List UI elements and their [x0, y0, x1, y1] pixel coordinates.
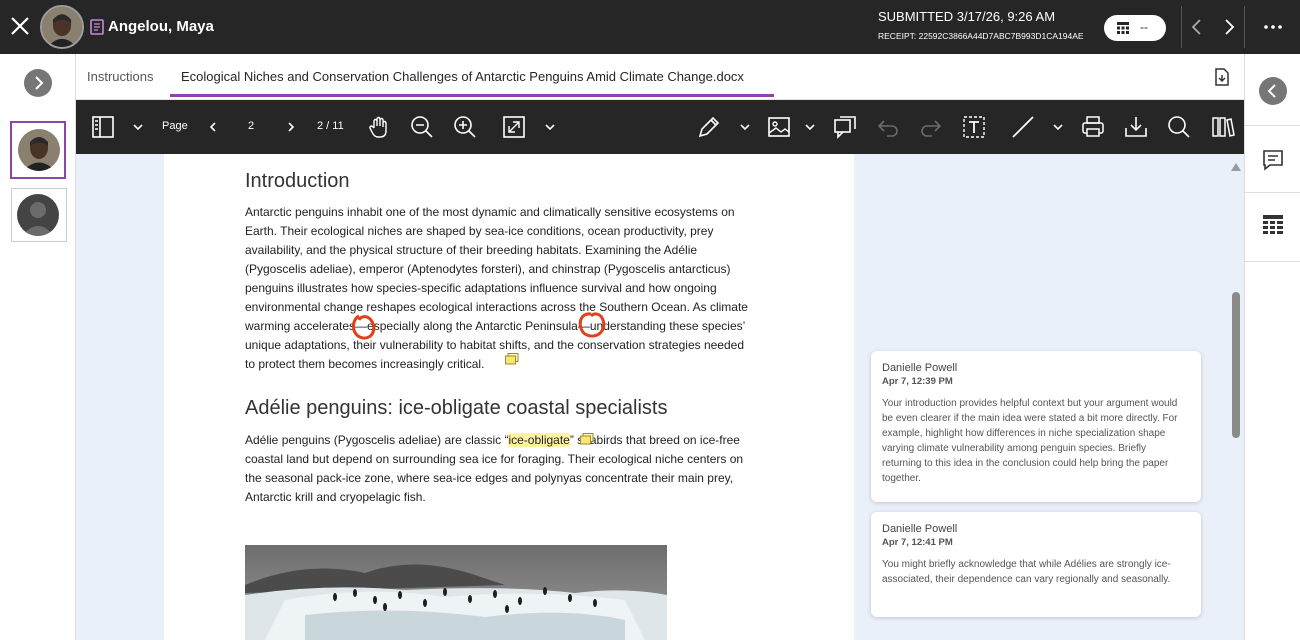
- attempt-thumbnail-active[interactable]: [10, 121, 66, 179]
- divider: [1244, 6, 1245, 48]
- zoom-out-icon[interactable]: [409, 114, 435, 140]
- line-icon[interactable]: [1010, 114, 1036, 140]
- text-box-icon[interactable]: [961, 114, 987, 140]
- text-line: environmental change reshapes ecological…: [245, 300, 748, 314]
- scroll-up-icon[interactable]: [1231, 158, 1241, 171]
- page-label: Page: [162, 120, 188, 132]
- zoom-in-icon[interactable]: [452, 114, 478, 140]
- page-count: 2 / 11: [317, 120, 344, 132]
- highlighted-text[interactable]: ice-obligate: [508, 433, 570, 447]
- left-rail: [0, 54, 76, 640]
- intro-heading: Introduction: [245, 170, 350, 192]
- chevron-left-icon: [1267, 84, 1276, 98]
- adelie-heading: Adélie penguins: ice-obligate coastal sp…: [245, 397, 668, 419]
- download-icon[interactable]: [1123, 114, 1149, 140]
- attempt-thumbnail[interactable]: [11, 188, 67, 242]
- chevron-down-icon[interactable]: [739, 120, 751, 132]
- adelie-section: Adélie penguins: ice-obligate coastal sp…: [245, 397, 775, 420]
- search-icon[interactable]: [1166, 114, 1192, 140]
- document-icon: [90, 19, 104, 35]
- redo-icon[interactable]: [918, 114, 944, 140]
- text-line: the seasonal pack-ice zone, where sea-ic…: [245, 471, 734, 485]
- text-line: Earth. Their ecological niches are shape…: [245, 224, 714, 238]
- text-line: penguins illustrates how species-specifi…: [245, 281, 717, 295]
- text-line: coastal land but depend on surrounding s…: [245, 452, 744, 466]
- comment-body: Your introduction provides helpful conte…: [882, 398, 1178, 484]
- comment-marker-icon[interactable]: [505, 352, 519, 365]
- chevron-down-icon[interactable]: [1052, 120, 1064, 132]
- undo-icon[interactable]: [875, 114, 901, 140]
- top-bar: Angelou, Maya SUBMITTED 3/17/26, 9:26 AM…: [0, 0, 1300, 54]
- intro-paragraph: Antarctic penguins inhabit one of the mo…: [245, 203, 775, 374]
- chevron-right-icon: [35, 76, 44, 90]
- text-line: Antarctic penguins inhabit one of the mo…: [245, 205, 735, 219]
- chevron-down-icon[interactable]: [804, 120, 816, 132]
- student-name: Angelou, Maya: [108, 18, 214, 35]
- text-run: Adélie penguins (Pygoscelis adeliae) are…: [245, 433, 509, 447]
- text-line: Adélie penguins (Pygoscelis adeliae) are…: [245, 431, 775, 450]
- pan-hand-icon[interactable]: [366, 114, 392, 140]
- library-icon[interactable]: [1210, 114, 1236, 140]
- close-icon[interactable]: [8, 14, 32, 38]
- fit-page-icon[interactable]: [501, 114, 527, 140]
- comment-card[interactable]: Danielle Powell Apr 7, 12:39 PM Your int…: [871, 351, 1201, 502]
- divider: [1245, 261, 1300, 262]
- submitted-status: SUBMITTED 3/17/26, 9:26 AM: [878, 9, 1056, 24]
- grade-pill[interactable]: --: [1104, 15, 1166, 41]
- rubric-icon[interactable]: [1261, 213, 1285, 237]
- comment-body: You might briefly acknowledge that while…: [882, 559, 1171, 585]
- comment-marker-icon[interactable]: [580, 432, 594, 445]
- annotation-toolbar: Page 2 2 / 11: [76, 100, 1244, 154]
- print-icon[interactable]: [1080, 114, 1106, 140]
- feedback-icon[interactable]: [1261, 148, 1285, 172]
- tab-document[interactable]: Ecological Niches and Conservation Chall…: [181, 69, 744, 84]
- previous-icon[interactable]: [1186, 15, 1208, 39]
- student-avatar: [18, 129, 60, 171]
- text-line: warming accelerates—especially along the…: [245, 319, 746, 333]
- receipt-id: RECEIPT: 22592C3866A44D7ABC7B993D1CA194A…: [878, 31, 1084, 41]
- previous-page-icon[interactable]: [207, 120, 219, 132]
- comment-author: Danielle Powell: [882, 362, 958, 374]
- chevron-down-icon[interactable]: [132, 120, 144, 132]
- document-page[interactable]: Introduction Antarctic penguins inhabit …: [164, 154, 854, 640]
- right-rail: [1244, 54, 1300, 640]
- comment-timestamp: Apr 7, 12:41 PM: [882, 537, 953, 548]
- more-options-icon[interactable]: [1262, 16, 1284, 38]
- comment-timestamp: Apr 7, 12:39 PM: [882, 376, 953, 387]
- intro-section: Introduction: [245, 170, 775, 193]
- tab-bar: Instructions Ecological Niches and Conse…: [76, 54, 1244, 100]
- text-run: ” seabirds that breed on ice-free: [569, 433, 740, 447]
- comment-icon[interactable]: [832, 114, 858, 140]
- penguin-photo: [245, 545, 667, 640]
- text-line: availability, and the physical structure…: [245, 243, 698, 257]
- comment-author: Danielle Powell: [882, 523, 958, 535]
- chevron-down-icon[interactable]: [544, 120, 556, 132]
- scrollbar-thumb[interactable]: [1232, 292, 1240, 438]
- adelie-paragraph: Adélie penguins (Pygoscelis adeliae) are…: [245, 431, 775, 507]
- tab-instructions[interactable]: Instructions: [87, 69, 153, 84]
- ink-circle-annotation[interactable]: [347, 308, 383, 346]
- text-line: Antarctic krill and cryopelagic fish.: [245, 490, 426, 504]
- divider: [1245, 192, 1300, 193]
- next-icon[interactable]: [1218, 15, 1240, 39]
- page-number-input[interactable]: 2: [248, 120, 254, 132]
- image-icon[interactable]: [766, 114, 792, 140]
- placeholder-avatar-icon: [17, 194, 59, 236]
- grade-value: --: [1140, 20, 1148, 34]
- divider: [1245, 125, 1300, 126]
- next-page-icon[interactable]: [285, 120, 297, 132]
- student-avatar: [40, 5, 84, 49]
- rubric-icon: [1117, 22, 1129, 34]
- divider: [1181, 6, 1182, 48]
- comment-card[interactable]: Danielle Powell Apr 7, 12:41 PM You migh…: [871, 512, 1201, 617]
- text-line: (Pygoscelis adeliae), emperor (Aptenodyt…: [245, 262, 731, 276]
- document-viewer[interactable]: Introduction Antarctic penguins inhabit …: [76, 154, 1244, 640]
- collapse-panel-button[interactable]: [1259, 77, 1287, 105]
- download-document-icon[interactable]: [1214, 68, 1230, 86]
- sidebar-toggle-icon[interactable]: [90, 114, 116, 140]
- active-tab-indicator: [170, 94, 774, 97]
- expand-panel-button[interactable]: [24, 69, 52, 97]
- ink-circle-annotation[interactable]: [571, 306, 611, 344]
- pen-icon[interactable]: [696, 114, 722, 140]
